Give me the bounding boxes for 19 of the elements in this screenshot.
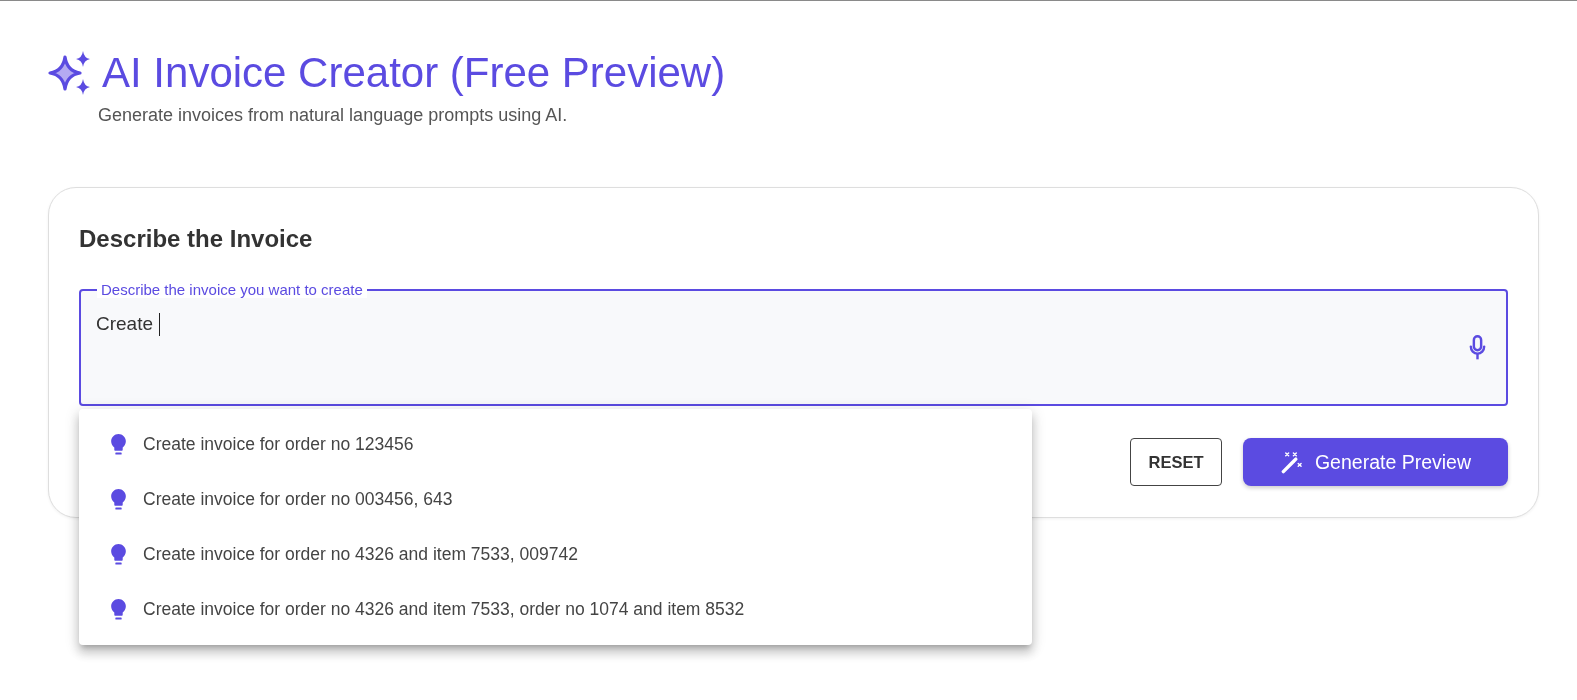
card-heading: Describe the Invoice (79, 224, 314, 254)
suggestion-item[interactable]: Create invoice for order no 4326 and item 7533, 009742 (79, 527, 1032, 582)
field-value: Create (96, 312, 154, 336)
suggestion-item[interactable]: Create invoice for order no 003456, 643 (79, 472, 1032, 527)
suggestion-item[interactable]: Create invoice for order no 123456 (79, 417, 1032, 472)
reset-button[interactable]: RESET (1130, 438, 1222, 486)
lightbulb-icon (111, 544, 126, 565)
suggestion-item[interactable]: Create invoice for order no 4326 and item 7533, order no 1074 and item 8532 (79, 582, 1032, 637)
generate-preview-button[interactable]: Generate Preview (1243, 438, 1508, 486)
lightbulb-icon (111, 489, 126, 510)
lightbulb-icon (111, 599, 126, 620)
prompt-field[interactable]: Describe the invoice you want to create Create (79, 281, 1508, 406)
microphone-icon[interactable] (1469, 334, 1486, 360)
magic-wand-icon (1279, 450, 1303, 474)
lightbulb-icon (111, 434, 126, 455)
text-cursor (159, 312, 161, 336)
page-title: AI Invoice Creator (Free Preview) (102, 49, 726, 97)
field-label: Describe the invoice you want to create (97, 281, 367, 298)
page-subtitle: Generate invoices from natural language prompts using AI. (98, 104, 569, 127)
